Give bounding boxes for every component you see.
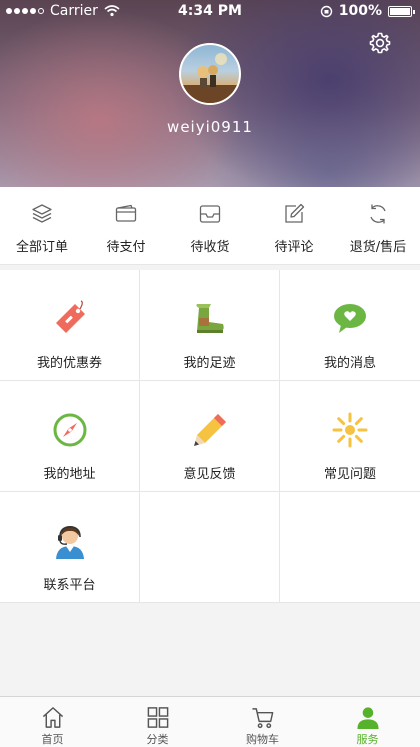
tab-service[interactable]: 服务 [315,697,420,747]
support-agent-icon [55,526,84,559]
order-pending-payment[interactable]: 待支付 [84,187,168,264]
service-feedback[interactable]: 意见反馈 [140,381,280,492]
service-faq[interactable]: 常见问题 [280,381,420,492]
service-label: 我的消息 [323,356,376,371]
service-label: 我的足迹 [183,356,236,371]
service-label: 意见反馈 [183,467,236,482]
service-coupons[interactable]: 我的优惠券 [0,270,140,381]
grid-icon [147,707,168,728]
order-label: 退货/售后 [349,240,407,255]
avatar[interactable] [179,43,241,105]
compass-icon [53,413,86,447]
avatar-image [181,53,239,103]
user-icon [356,707,379,730]
order-label: 待评论 [274,240,314,255]
layers-icon [32,204,52,223]
order-all[interactable]: 全部订单 [0,187,84,264]
battery-icon [388,5,415,17]
tab-home[interactable]: 首页 [0,697,105,747]
service-messages[interactable]: 我的消息 [280,270,420,381]
profile-header: Carrier 4:34 PM 100% weiyi0911 [0,0,420,187]
message-heart-icon [334,304,366,333]
order-label: 全部订单 [15,240,68,255]
status-bar: Carrier 4:34 PM 100% [0,0,420,22]
service-label: 我的优惠券 [36,356,102,371]
orientation-lock-icon [320,5,332,17]
service-empty [280,492,420,603]
battery-percent: 100% [338,3,382,19]
home-icon [42,707,63,728]
gear-icon[interactable] [368,31,392,55]
tab-label: 首页 [41,733,64,746]
edit-icon [285,203,305,223]
service-label: 联系平台 [43,578,96,593]
order-returns[interactable]: 退货/售后 [336,187,420,264]
order-pending-review[interactable]: 待评论 [252,187,336,264]
refresh-icon [370,204,386,224]
tab-label: 分类 [146,733,169,746]
wallet-icon [115,204,137,222]
username: weiyi0911 [167,118,253,136]
tag-icon [55,300,85,333]
tab-label: 服务 [356,733,379,746]
sun-icon [332,412,368,448]
tab-cart[interactable]: 购物车 [210,697,315,747]
order-label: 待收货 [190,240,230,255]
pencil-icon [193,414,226,446]
service-label: 我的地址 [43,467,96,482]
order-label: 待支付 [106,240,146,255]
boot-icon [195,304,224,333]
cart-icon [251,708,273,729]
services-grid: 我的优惠券 我的足迹 我的消息 我的地址 意见反馈 常见问题 联系平台 [0,270,420,603]
inbox-icon [199,205,221,223]
service-footprints[interactable]: 我的足迹 [140,270,280,381]
tab-label: 购物车 [246,733,279,746]
service-empty [140,492,280,603]
service-contact[interactable]: 联系平台 [0,492,140,603]
service-address[interactable]: 我的地址 [0,381,140,492]
order-pending-receipt[interactable]: 待收货 [168,187,252,264]
service-label: 常见问题 [323,467,376,482]
order-status-bar: 全部订单 待支付 待收货 待评论 退货/售后 [0,187,420,265]
tab-bar: 首页 分类 购物车 服务 [0,696,420,747]
tab-categories[interactable]: 分类 [105,697,210,747]
